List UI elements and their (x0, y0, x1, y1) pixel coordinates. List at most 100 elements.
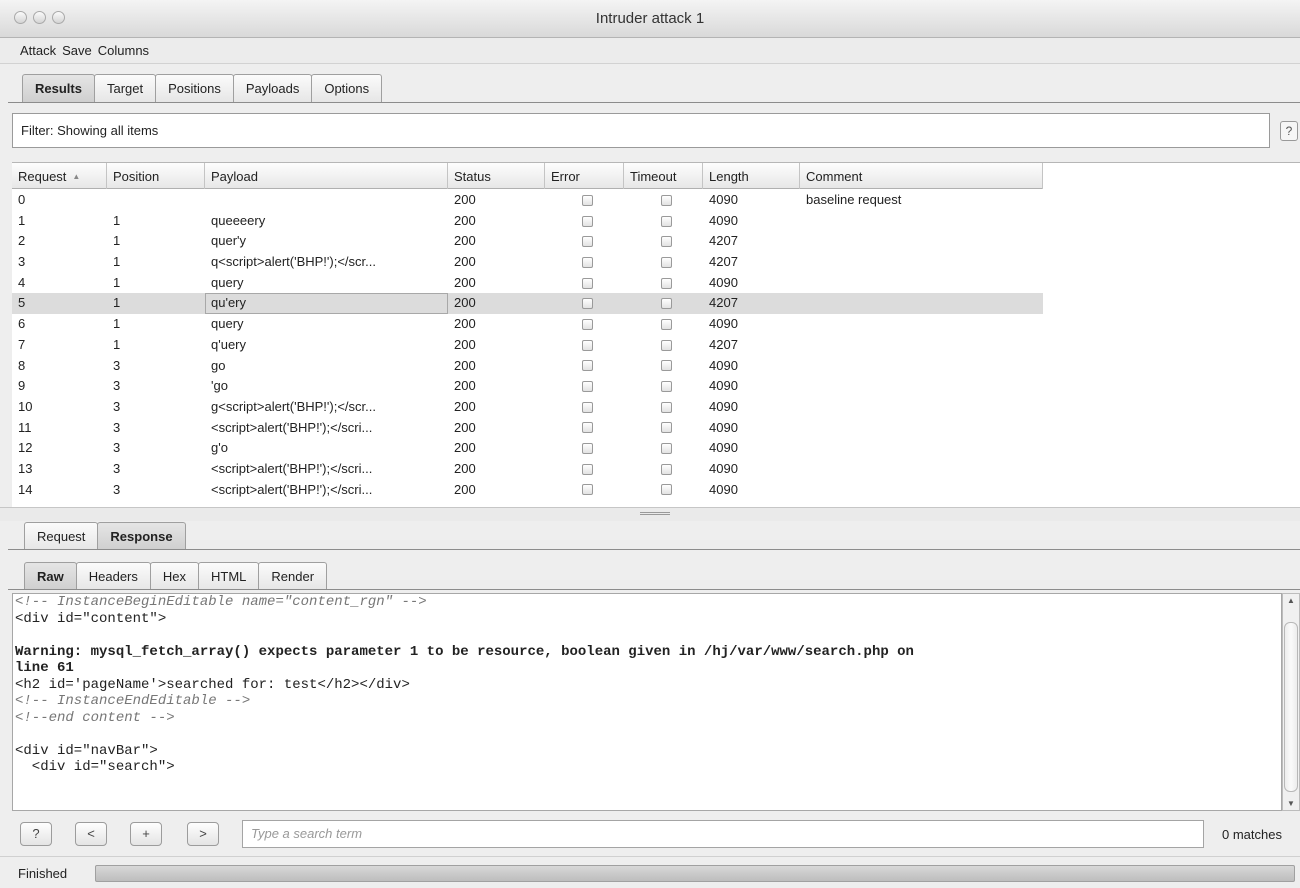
table-row[interactable]: 8 3 go 200 4090 (12, 356, 1043, 377)
tab-options[interactable]: Options (311, 74, 383, 102)
editor-scrollbar[interactable]: ▲ ▼ (1282, 593, 1300, 811)
response-editor[interactable]: <!-- InstanceBeginEditable name="content… (12, 593, 1282, 811)
checkbox[interactable] (582, 236, 593, 248)
column-header-request[interactable]: Request ▲ (12, 163, 107, 189)
pane-splitter[interactable] (0, 507, 1300, 521)
column-header-status[interactable]: Status (448, 163, 545, 189)
scroll-up-icon[interactable]: ▲ (1287, 596, 1295, 605)
checkbox[interactable] (661, 360, 672, 372)
table-row[interactable]: 0 200 4090 baseline request (12, 190, 1043, 211)
cell-status: 200 (454, 254, 476, 270)
table-row[interactable]: 3 1 q<script>alert('BHP!');</scr... 200 4207 (12, 252, 1043, 273)
cell-status: 200 (454, 212, 476, 228)
column-header-position[interactable]: Position (107, 163, 205, 189)
cell-payload: g'o (211, 440, 228, 456)
checkbox[interactable] (582, 443, 593, 455)
checkbox[interactable] (661, 443, 672, 455)
table-row[interactable]: 12 3 g'o 200 4090 (12, 438, 1043, 459)
filter-bar[interactable]: Filter: Showing all items (12, 113, 1270, 148)
table-row[interactable]: 1 1 queeeery 200 4090 (12, 211, 1043, 232)
cell-error (545, 480, 624, 501)
tab-positions[interactable]: Positions (155, 74, 234, 102)
tab-target[interactable]: Target (93, 74, 157, 102)
column-header-length[interactable]: Length (703, 163, 800, 189)
cell-length: 4090 (709, 398, 738, 414)
cell-comment: baseline request (806, 192, 902, 207)
tab-response[interactable]: Response (97, 522, 186, 550)
cell-length: 4090 (709, 316, 738, 332)
checkbox[interactable] (582, 381, 593, 393)
table-row[interactable]: 11 3 <script>alert('BHP!');</scri... 200 409… (12, 418, 1043, 439)
table-row[interactable]: 6 1 query 200 4090 (12, 314, 1043, 335)
column-header-timeout[interactable]: Timeout (624, 163, 703, 189)
tab-request[interactable]: Request (24, 522, 99, 550)
checkbox[interactable] (582, 484, 593, 496)
checkbox[interactable] (582, 360, 593, 372)
tab-hex[interactable]: Hex (149, 562, 199, 590)
checkbox[interactable] (582, 463, 593, 475)
table-row[interactable]: 13 3 <script>alert('BHP!');</scri... 200 409… (12, 459, 1043, 480)
checkbox[interactable] (661, 277, 672, 289)
scroll-down-icon[interactable]: ▼ (1287, 799, 1295, 808)
table-row[interactable]: 5 1 qu'ery 200 4207 (12, 293, 1043, 315)
checkbox[interactable] (661, 298, 672, 310)
checkbox[interactable] (582, 339, 593, 351)
cell-payload: 'go (211, 378, 228, 394)
table-row[interactable]: 4 1 query 200 4090 (12, 273, 1043, 294)
tab-raw[interactable]: Raw (24, 562, 77, 590)
table-row[interactable]: 7 1 q'uery 200 4207 (12, 335, 1043, 356)
checkbox[interactable] (582, 215, 593, 227)
column-header-comment[interactable]: Comment (800, 163, 1043, 189)
tab-results[interactable]: Results (22, 74, 95, 102)
checkbox[interactable] (661, 422, 672, 434)
search-input[interactable]: Type a search term (242, 820, 1204, 848)
table-row[interactable]: 10 3 g<script>alert('BHP!');</scr... 200 409… (12, 397, 1043, 418)
tab-headers[interactable]: Headers (75, 562, 151, 590)
menu-attack[interactable]: Attack (20, 43, 56, 58)
menu-columns[interactable]: Columns (98, 43, 149, 58)
cell-position: 3 (113, 378, 121, 394)
cell-comment (800, 376, 1043, 397)
search-previous-button[interactable]: < (75, 822, 107, 846)
checkbox[interactable] (582, 277, 593, 289)
cell-position: 3 (113, 357, 121, 373)
cell-error (545, 397, 624, 418)
table-row[interactable]: 9 3 'go 200 4090 (12, 376, 1043, 397)
table-row[interactable]: 14 3 <script>alert('BHP!');</scri... 200 409… (12, 480, 1043, 501)
checkbox[interactable] (661, 381, 672, 393)
checkbox[interactable] (661, 256, 672, 268)
checkbox[interactable] (582, 318, 593, 330)
cell-length: 4207 (709, 295, 738, 311)
cell-position: 1 (113, 212, 121, 228)
checkbox[interactable] (661, 318, 672, 330)
menu-save[interactable]: Save (62, 43, 92, 58)
table-row[interactable]: 2 1 quer'y 200 4207 (12, 231, 1043, 252)
checkbox[interactable] (582, 194, 593, 206)
checkbox[interactable] (582, 256, 593, 268)
filter-help-button[interactable]: ? (1280, 121, 1298, 141)
checkbox[interactable] (661, 194, 672, 206)
search-next-button[interactable]: > (187, 822, 219, 846)
search-add-button[interactable]: + (130, 822, 162, 846)
cell-error (545, 273, 624, 294)
cell-error (545, 418, 624, 439)
column-header-error[interactable]: Error (545, 163, 624, 189)
checkbox[interactable] (661, 401, 672, 413)
checkbox[interactable] (582, 422, 593, 434)
checkbox[interactable] (661, 463, 672, 475)
checkbox[interactable] (661, 236, 672, 248)
scrollbar-thumb[interactable] (1284, 622, 1298, 792)
column-header-payload[interactable]: Payload (205, 163, 448, 189)
tab-render[interactable]: Render (258, 562, 328, 590)
cell-comment (800, 397, 1043, 418)
search-help-button[interactable]: ? (20, 822, 52, 846)
checkbox[interactable] (582, 298, 593, 310)
cell-comment (800, 335, 1043, 356)
checkbox[interactable] (661, 484, 672, 496)
checkbox[interactable] (661, 339, 672, 351)
checkbox[interactable] (582, 401, 593, 413)
tab-payloads[interactable]: Payloads (232, 74, 313, 102)
checkbox[interactable] (661, 215, 672, 227)
cell-length: 4207 (709, 233, 738, 249)
tab-html[interactable]: HTML (198, 562, 260, 590)
